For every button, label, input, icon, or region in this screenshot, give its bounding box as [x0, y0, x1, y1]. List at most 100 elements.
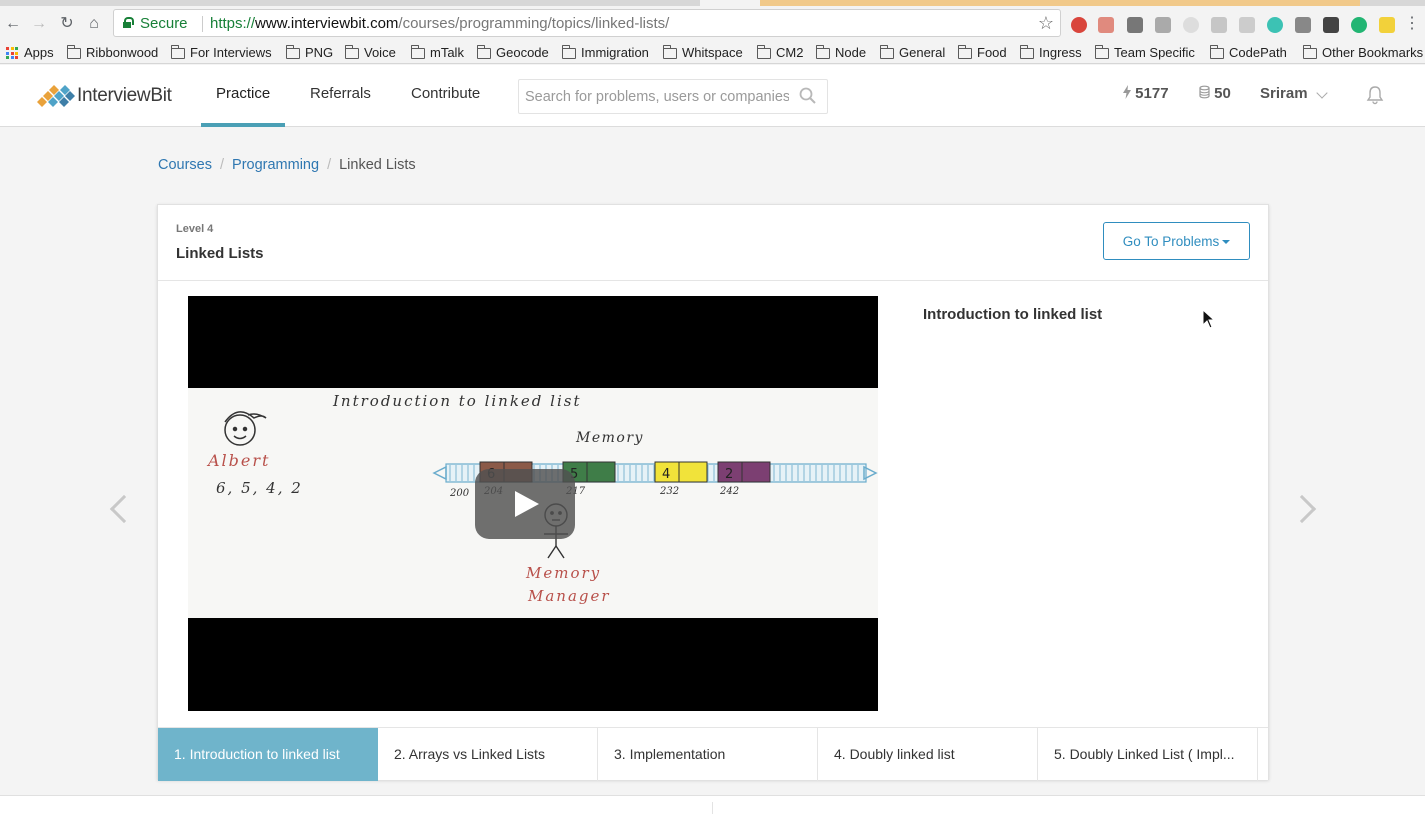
previous-arrow-icon[interactable]: [109, 494, 139, 524]
folder-icon: [1210, 44, 1224, 59]
course-tabs: 1. Introduction to linked list 2. Arrays…: [158, 727, 1268, 781]
browser-toolbar: ← → ↻ ⌂ Secure https://www.interviewbit.…: [0, 6, 1425, 42]
url-text[interactable]: https://www.interviewbit.com/courses/pro…: [210, 15, 669, 32]
bookmark-folder[interactable]: General: [880, 43, 945, 63]
breadcrumb: Courses / Programming / Linked Lists: [158, 157, 416, 173]
topic-title: Linked Lists: [176, 245, 264, 262]
bookmark-folder[interactable]: Node: [816, 43, 866, 63]
nav-practice[interactable]: Practice: [216, 65, 270, 127]
folder-icon: [880, 44, 894, 59]
extension-icon[interactable]: [1267, 17, 1283, 33]
nav-referrals[interactable]: Referrals: [310, 65, 371, 127]
bookmark-apps[interactable]: Apps: [6, 43, 54, 63]
bookmark-other[interactable]: Other Bookmarks: [1303, 43, 1423, 63]
tab-arrays-vs-linked-lists[interactable]: 2. Arrays vs Linked Lists: [378, 728, 598, 781]
bookmark-folder[interactable]: Team Specific: [1095, 43, 1195, 63]
topic-card-header: Level 4 Linked Lists Go To Problems: [158, 205, 1268, 281]
bookmark-folder[interactable]: Geocode: [477, 43, 549, 63]
bookmark-folder[interactable]: For Interviews: [171, 43, 272, 63]
go-to-problems-button[interactable]: Go To Problems: [1103, 222, 1250, 260]
bookmark-folder[interactable]: CM2: [757, 43, 803, 63]
nav-contribute[interactable]: Contribute: [411, 65, 480, 127]
address-label: 232: [659, 486, 679, 497]
tab-implementation[interactable]: 3. Implementation: [598, 728, 818, 781]
extension-icon[interactable]: [1295, 17, 1311, 33]
breadcrumb-current: Linked Lists: [339, 157, 416, 173]
logo-text: InterviewBit: [77, 85, 172, 106]
address-bar[interactable]: Secure https://www.interviewbit.com/cour…: [113, 9, 1061, 37]
extension-icon[interactable]: [1155, 17, 1171, 33]
breadcrumb-programming[interactable]: Programming: [232, 157, 319, 173]
memory-manager-line1: Memory: [525, 564, 601, 582]
breadcrumb-divider: /: [220, 157, 225, 173]
chrome-menu-icon[interactable]: ⋮: [1403, 15, 1421, 33]
bookmark-folder[interactable]: CodePath: [1210, 43, 1287, 63]
back-arrow-icon[interactable]: ←: [4, 15, 22, 33]
address-label: 242: [719, 486, 739, 497]
folder-icon: [411, 44, 425, 59]
folder-icon: [757, 44, 771, 59]
home-icon[interactable]: ⌂: [85, 15, 103, 33]
extension-icon[interactable]: [1183, 17, 1199, 33]
search-icon[interactable]: [799, 87, 816, 104]
score-value: 5177: [1135, 85, 1169, 102]
extension-icon[interactable]: [1379, 17, 1395, 33]
bookmark-folder[interactable]: PNG: [286, 43, 333, 63]
bell-icon[interactable]: [1366, 85, 1384, 105]
folder-icon: [286, 44, 300, 59]
tab-introduction[interactable]: 1. Introduction to linked list: [158, 728, 378, 781]
bookmark-folder[interactable]: mTalk: [411, 43, 464, 63]
bookmark-star-icon[interactable]: ☆: [1038, 13, 1054, 34]
tab-doubly-linked-list-impl[interactable]: 5. Doubly Linked List ( Impl...: [1038, 728, 1258, 781]
extension-icon[interactable]: [1239, 17, 1255, 33]
grammarly-extension-icon[interactable]: [1351, 17, 1367, 33]
bookmark-folder[interactable]: Ribbonwood: [67, 43, 158, 63]
cell-value: 2: [725, 467, 733, 482]
folder-icon: [1020, 44, 1034, 59]
folder-icon: [562, 44, 576, 59]
search-input[interactable]: [519, 80, 789, 113]
address-divider: [202, 16, 203, 32]
bookmark-folder[interactable]: Whitspace: [663, 43, 743, 63]
logo-mark-icon: [37, 85, 75, 107]
secure-label: Secure: [140, 15, 188, 32]
bookmark-folder[interactable]: Immigration: [562, 43, 649, 63]
extension-icon[interactable]: [1323, 17, 1339, 33]
chevron-down-icon[interactable]: [1316, 87, 1328, 99]
lock-icon: [123, 17, 134, 28]
memory-label: Memory: [575, 430, 644, 446]
caret-down-icon: [1222, 239, 1231, 244]
topic-card: Level 4 Linked Lists Go To Problems Intr…: [157, 204, 1269, 781]
reload-icon[interactable]: ↻: [58, 15, 76, 33]
dropbox-extension-icon[interactable]: [1211, 17, 1227, 33]
memory-manager-line2: Manager: [527, 587, 611, 605]
extension-icon[interactable]: [1127, 17, 1143, 33]
albert-numbers: 6, 5, 4, 2: [216, 479, 303, 497]
forward-arrow-icon[interactable]: →: [30, 15, 48, 33]
page-footer-strip: [0, 795, 1425, 814]
search-box: [518, 79, 828, 114]
folder-icon: [1303, 44, 1317, 59]
user-menu[interactable]: Sriram: [1260, 85, 1308, 102]
interviewbit-logo[interactable]: InterviewBit: [35, 82, 175, 108]
albert-face-icon: [224, 411, 267, 446]
video-player[interactable]: Introduction to linked list Albert 6, 5,…: [188, 296, 878, 711]
score-stat: 5177: [1123, 85, 1169, 102]
site-header: InterviewBit Practice Referrals Contribu…: [0, 65, 1425, 127]
play-icon[interactable]: [475, 469, 575, 539]
breadcrumb-divider: /: [327, 157, 332, 173]
coins-icon: [1199, 85, 1210, 99]
folder-icon: [67, 44, 81, 59]
level-label: Level 4: [176, 223, 214, 235]
bookmark-folder[interactable]: Ingress: [1020, 43, 1082, 63]
tab-doubly-linked-list[interactable]: 4. Doubly linked list: [818, 728, 1038, 781]
next-arrow-icon[interactable]: [1287, 494, 1317, 524]
bookmark-folder[interactable]: Food: [958, 43, 1007, 63]
adblock-extension-icon[interactable]: [1071, 17, 1087, 33]
folder-icon: [171, 44, 185, 59]
extension-icon[interactable]: [1098, 17, 1114, 33]
folder-icon: [1095, 44, 1109, 59]
breadcrumb-courses[interactable]: Courses: [158, 157, 212, 173]
bookmark-folder[interactable]: Voice: [345, 43, 396, 63]
folder-icon: [345, 44, 359, 59]
